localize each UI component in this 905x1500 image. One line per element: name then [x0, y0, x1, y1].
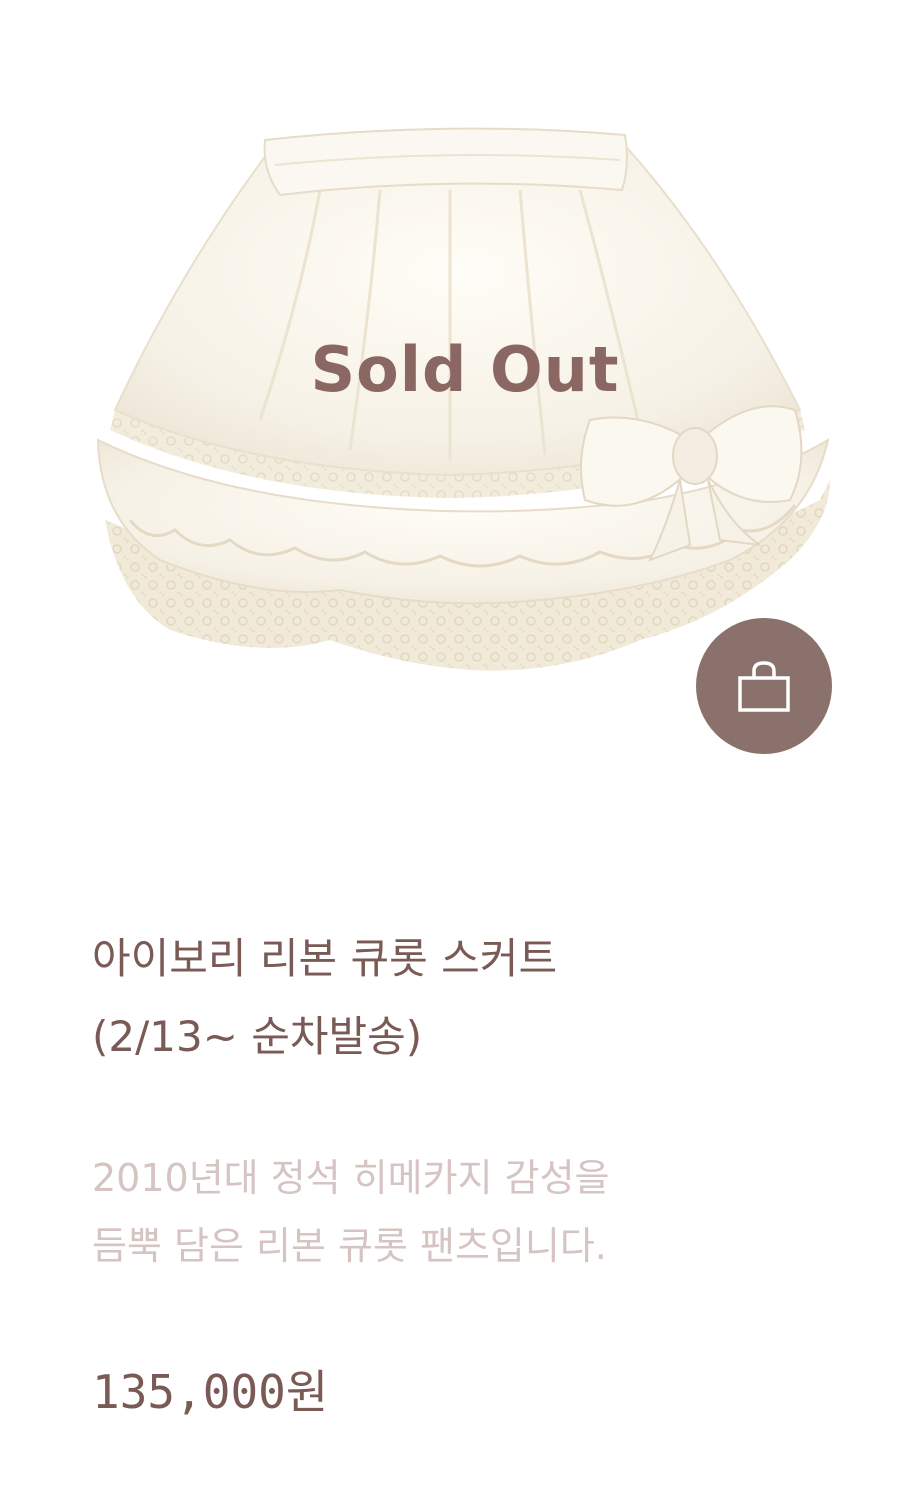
product-price: 135,000원 [92, 1365, 329, 1419]
add-to-cart-button[interactable] [696, 618, 832, 754]
product-image[interactable]: Sold Out [0, 0, 905, 800]
product-card[interactable]: Sold Out 아이보리 리본 큐롯 스커트 (2/13~ 순차발송) 201… [0, 0, 905, 1500]
product-title[interactable]: 아이보리 리본 큐롯 스커트 (2/13~ 순차발송) [92, 920, 832, 1076]
shopping-bag-icon [738, 661, 790, 712]
product-description-line1: 2010년대 정석 히메카지 감성을 [92, 1156, 610, 1200]
product-description: 2010년대 정석 히메카지 감성을 듬뿍 담은 리본 큐롯 팬츠입니다. [92, 1144, 852, 1280]
product-title-line1: 아이보리 리본 큐롯 스커트 [92, 934, 558, 983]
product-title-line2: (2/13~ 순차발송) [92, 1012, 423, 1061]
product-description-line2: 듬뿍 담은 리본 큐롯 팬츠입니다. [92, 1224, 607, 1268]
sold-out-badge: Sold Out [310, 333, 620, 406]
